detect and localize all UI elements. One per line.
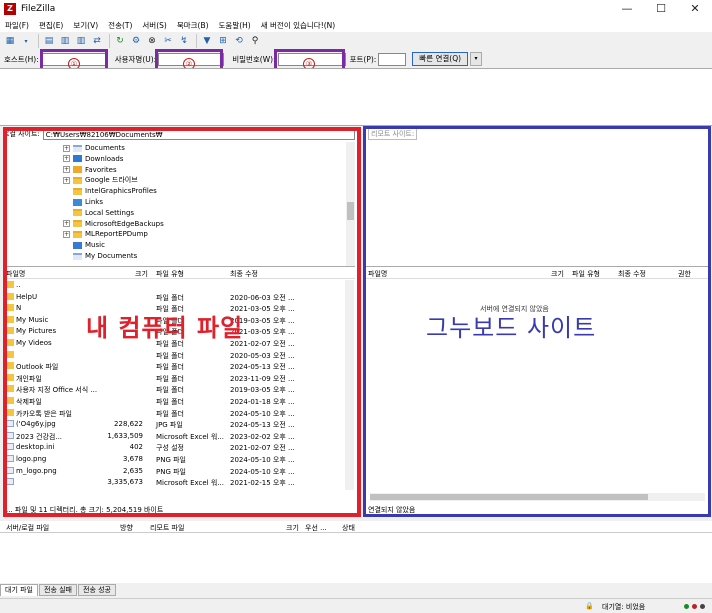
queue-tabs: 대기 파일 전송 실패 전송 성공 bbox=[0, 584, 712, 597]
toggle-queue-icon[interactable]: ⇄ bbox=[90, 34, 104, 48]
minimize-button[interactable]: — bbox=[610, 0, 644, 18]
menu-file[interactable]: 파일(F) bbox=[0, 20, 34, 31]
cancel-icon[interactable]: ⊗ bbox=[145, 34, 159, 48]
title-bar: Z FileZilla — ☐ ✕ bbox=[0, 0, 712, 18]
col-direction[interactable]: 방향 bbox=[120, 523, 133, 533]
username-label: 사용자명(U): bbox=[114, 54, 157, 64]
status-led-icon bbox=[684, 604, 689, 609]
quickconnect-dropdown-icon[interactable]: ▾ bbox=[470, 52, 483, 66]
site-manager-icon[interactable]: ▦ bbox=[3, 34, 17, 48]
status-led-icon bbox=[700, 604, 705, 609]
local-overlay-label: 내 컴퓨터 파일 bbox=[86, 314, 244, 342]
toolbar: ▦ ▾ ▤ ▥ ▥ ⇄ ↻ ⚙ ⊗ ✂ ↯ ▼ ⊞ ⟲ ⚲ bbox=[0, 32, 712, 50]
toggle-local-tree-icon[interactable]: ▥ bbox=[58, 34, 72, 48]
queue-header: 서버/로컬 파일 방향 리모트 파일 크기 우선 ... 상태 bbox=[0, 521, 712, 533]
menu-transfer[interactable]: 전송(T) bbox=[103, 20, 137, 31]
toolbar-separator bbox=[109, 34, 110, 48]
menu-new-version[interactable]: 새 버전이 있습니다!(N) bbox=[256, 20, 340, 31]
toggle-log-icon[interactable]: ▤ bbox=[42, 34, 56, 48]
queue-status: 대기열: 비었음 bbox=[602, 603, 646, 611]
quickconnect-button[interactable]: 빠른 연결(Q) bbox=[412, 52, 469, 66]
menu-server[interactable]: 서버(S) bbox=[137, 20, 171, 31]
dropdown-icon[interactable]: ▾ bbox=[19, 34, 33, 48]
toolbar-separator bbox=[38, 34, 39, 48]
process-queue-icon[interactable]: ⚙ bbox=[129, 34, 143, 48]
toggle-remote-tree-icon[interactable]: ▥ bbox=[74, 34, 88, 48]
compare-icon[interactable]: ⊞ bbox=[216, 34, 230, 48]
col-remote-file[interactable]: 리모트 파일 bbox=[150, 523, 184, 533]
queue-list[interactable] bbox=[0, 533, 712, 583]
maximize-button[interactable]: ☐ bbox=[644, 0, 678, 18]
reconnect-icon[interactable]: ↯ bbox=[177, 34, 191, 48]
refresh-icon[interactable]: ↻ bbox=[113, 34, 127, 48]
filter-icon[interactable]: ▼ bbox=[200, 34, 214, 48]
remote-overlay-label: 그누보드 사이트 bbox=[426, 314, 597, 342]
col-status[interactable]: 상태 bbox=[342, 523, 355, 533]
col-priority[interactable]: 우선 ... bbox=[305, 523, 327, 533]
status-led-icon bbox=[692, 604, 697, 609]
tab-queued[interactable]: 대기 파일 bbox=[0, 584, 38, 596]
col-size[interactable]: 크기 bbox=[286, 523, 299, 533]
port-label: 포트(P): bbox=[349, 54, 377, 64]
sync-browse-icon[interactable]: ⟲ bbox=[232, 34, 246, 48]
col-server-local[interactable]: 서버/로컬 파일 bbox=[6, 523, 49, 533]
disconnect-icon[interactable]: ✂ bbox=[161, 34, 175, 48]
close-button[interactable]: ✕ bbox=[678, 0, 712, 18]
menu-edit[interactable]: 편집(E) bbox=[34, 20, 68, 31]
port-input[interactable] bbox=[378, 52, 407, 66]
menu-bar: 파일(F) 편집(E) 보기(V) 전송(T) 서버(S) 북마크(B) 도움말… bbox=[0, 18, 712, 32]
menu-bookmarks[interactable]: 북마크(B) bbox=[172, 20, 214, 31]
search-icon[interactable]: ⚲ bbox=[248, 34, 262, 48]
message-log[interactable] bbox=[0, 68, 712, 126]
menu-view[interactable]: 보기(V) bbox=[68, 20, 103, 31]
status-bar: 🔒 대기열: 비었음 bbox=[0, 598, 712, 613]
password-label: 비밀번호(W): bbox=[232, 54, 276, 64]
window-title: FileZilla bbox=[21, 4, 56, 14]
lock-icon: 🔒 bbox=[585, 602, 594, 610]
toolbar-separator bbox=[196, 34, 197, 48]
tab-successful[interactable]: 전송 성공 bbox=[78, 584, 116, 596]
host-label: 호스트(H): bbox=[4, 54, 39, 64]
filezilla-logo-icon: Z bbox=[4, 3, 16, 15]
menu-help[interactable]: 도움말(H) bbox=[214, 20, 256, 31]
tab-failed[interactable]: 전송 실패 bbox=[39, 584, 77, 596]
